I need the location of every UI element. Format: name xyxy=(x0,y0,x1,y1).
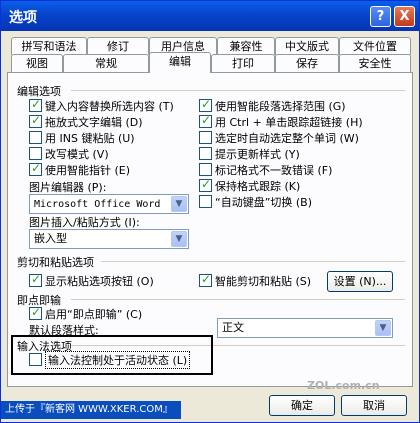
checkbox-smart-paragraph[interactable] xyxy=(199,97,212,112)
tab-save[interactable]: 保存 xyxy=(275,54,339,72)
tab-security[interactable]: 安全性 xyxy=(339,54,411,72)
label-prompt-style[interactable]: 提示更新样式 (Y) xyxy=(215,146,300,162)
default-style-select[interactable]: 正文 ▼ xyxy=(217,318,393,338)
chevron-down-icon[interactable]: ▼ xyxy=(171,196,187,212)
checkbox-smart-cursor[interactable] xyxy=(29,161,42,176)
label-mark-inconsistent[interactable]: 标记格式不一致错误 (F) xyxy=(215,162,332,178)
cancel-button[interactable]: 取消 xyxy=(341,395,407,416)
label-show-paste-options[interactable]: 显示粘贴选项按钮 (O) xyxy=(45,273,154,289)
label-smart-cursor[interactable]: 使用智能指针 (E) xyxy=(45,162,130,178)
label-ins-paste[interactable]: 用 INS 键粘贴 (U) xyxy=(45,130,135,146)
cut-paste-heading: 剪切和粘贴选项 xyxy=(17,256,94,269)
tab-general[interactable]: 常规 xyxy=(63,54,149,72)
label-auto-keyboard[interactable]: “自动键盘”切换 (B) xyxy=(215,194,312,210)
annotation-highlight-box xyxy=(11,335,213,375)
checkbox-enable-click-type[interactable] xyxy=(29,305,42,320)
checkbox-select-word[interactable] xyxy=(199,131,212,144)
checkbox-keep-track-formatting[interactable] xyxy=(199,177,212,192)
checkbox-ctrl-click[interactable] xyxy=(199,113,212,128)
picture-editor-label: 图片编辑器 (P): xyxy=(29,181,107,194)
options-dialog: 选项 ? X 拼写和语法 修订 用户信息 兼容性 中文版式 文件位置 视图 常规… xyxy=(0,0,420,423)
tab-compatibility[interactable]: 兼容性 xyxy=(217,37,275,55)
label-typing-replaces[interactable]: 键入内容替换所选内容 (T) xyxy=(45,98,174,114)
checkbox-prompt-style[interactable] xyxy=(199,147,212,160)
label-keep-track-formatting[interactable]: 保持格式跟踪 (K) xyxy=(215,178,300,194)
edit-options-divider xyxy=(71,90,405,91)
default-style-value: 正文 xyxy=(222,321,244,334)
title-bar: 选项 ? X xyxy=(1,1,419,31)
click-type-divider xyxy=(71,299,405,300)
zol-watermark: ZOL.com.cn xyxy=(307,379,380,392)
label-ctrl-click[interactable]: 用 Ctrl + 单击跟踪超链接 (H) xyxy=(215,114,363,130)
dialog-title: 选项 xyxy=(9,10,37,26)
checkbox-auto-keyboard[interactable] xyxy=(199,195,212,208)
tab-track-changes[interactable]: 修订 xyxy=(87,37,149,55)
label-drag-drop[interactable]: 拖放式文字编辑 (D) xyxy=(45,114,143,130)
checkbox-show-paste-options[interactable] xyxy=(29,272,42,287)
checkbox-mark-inconsistent[interactable] xyxy=(199,163,212,176)
label-smart-paragraph[interactable]: 使用智能段落选择范围 (G) xyxy=(215,98,346,114)
picture-editor-select[interactable]: Microsoft Office Word ▼ xyxy=(29,194,189,214)
checkbox-ins-paste[interactable] xyxy=(29,131,42,144)
tab-spelling-grammar[interactable]: 拼写和语法 xyxy=(11,37,87,55)
picture-editor-value: Microsoft Office Word xyxy=(34,199,161,210)
label-overtype[interactable]: 改写模式 (V) xyxy=(45,146,109,162)
chevron-down-icon[interactable]: ▼ xyxy=(171,231,187,247)
tab-asian-typography[interactable]: 中文版式 xyxy=(275,37,339,55)
chevron-down-icon[interactable]: ▼ xyxy=(375,320,391,336)
label-enable-click-type[interactable]: 启用“即点即输” (C) xyxy=(45,306,142,322)
upload-watermark: 上传于『新客网 WWW.XKER.COM』 xyxy=(1,401,181,419)
checkbox-drag-drop[interactable] xyxy=(29,113,42,128)
checkbox-smart-cut-paste[interactable] xyxy=(199,272,212,287)
insert-paste-select[interactable]: 嵌入型 ▼ xyxy=(29,229,189,249)
tab-file-locations[interactable]: 文件位置 xyxy=(339,37,411,55)
insert-paste-value: 嵌入型 xyxy=(34,232,67,245)
checkbox-typing-replaces[interactable] xyxy=(29,97,42,112)
tab-view[interactable]: 视图 xyxy=(11,54,63,72)
help-button[interactable]: ? xyxy=(370,6,391,27)
settings-button[interactable]: 设置 (N)... xyxy=(327,271,393,292)
label-smart-cut-paste[interactable]: 智能剪切和粘贴 (S) xyxy=(215,273,311,289)
insert-paste-label: 图片插入/粘贴方式 (I): xyxy=(29,216,140,229)
label-select-word[interactable]: 选定时自动选定整个单词 (W) xyxy=(215,130,359,146)
close-button[interactable]: X xyxy=(394,6,415,27)
checkbox-overtype[interactable] xyxy=(29,147,42,160)
ok-button[interactable]: 确定 xyxy=(269,395,335,416)
cut-paste-divider xyxy=(101,261,405,262)
tab-edit[interactable]: 编辑 xyxy=(149,52,211,73)
tab-print[interactable]: 打印 xyxy=(211,54,275,72)
